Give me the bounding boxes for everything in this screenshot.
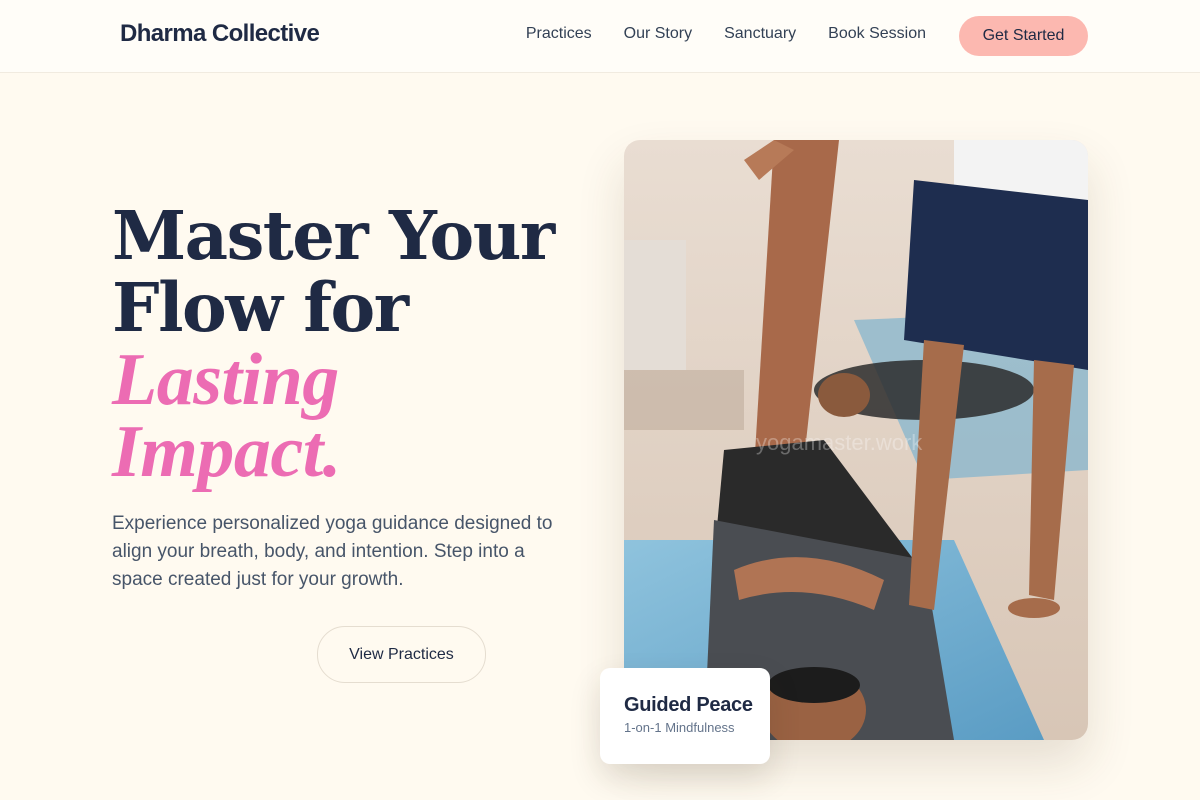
nav-links: Practices Our Story Sanctuary Book Sessi… [526, 25, 926, 43]
get-started-button[interactable]: Get Started [959, 16, 1088, 56]
navbar: Dharma Collective Practices Our Story Sa… [0, 0, 1200, 73]
nav-link-our-story[interactable]: Our Story [624, 25, 692, 43]
guided-peace-card[interactable]: Guided Peace 1-on-1 Mindfulness [600, 668, 770, 764]
reserve-spot-button[interactable]: Reserve Your Spot [112, 626, 302, 682]
hero-title-accent-line1: Lasting [112, 339, 339, 421]
hero-description: Experience personalized yoga guidance de… [112, 513, 553, 590]
hero-title-line2: Flow for [112, 268, 409, 347]
hero-photo: yogamaster.work [624, 140, 1088, 740]
yoga-session-image: yogamaster.work [624, 140, 1088, 740]
card-title: Guided Peace [624, 694, 753, 716]
hero-title: Master Your Flow for Lasting Impact. [112, 196, 555, 493]
hero-title-line1: Master Your [112, 196, 555, 275]
card-subtitle: 1-on-1 Mindfulness [624, 720, 735, 735]
nav-link-practices[interactable]: Practices [526, 25, 592, 43]
nav-link-book-session[interactable]: Book Session [828, 25, 926, 43]
brand-logo[interactable]: Dharma Collective [120, 20, 320, 48]
view-practices-button[interactable]: View Practices [317, 626, 486, 683]
hero-title-accent-line2: Impact. [112, 411, 341, 493]
watermark-text: yogamaster.work [756, 430, 923, 455]
nav-link-sanctuary[interactable]: Sanctuary [724, 25, 796, 43]
